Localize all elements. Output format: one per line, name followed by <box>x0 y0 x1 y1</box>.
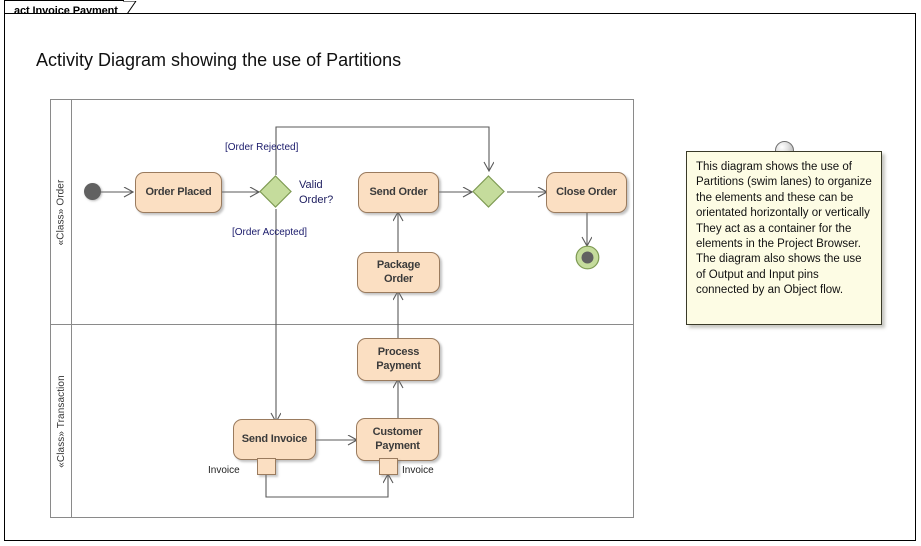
merge-node[interactable] <box>472 175 505 208</box>
partition-header-transaction: «Class» Transaction <box>51 325 72 518</box>
guard-label-order-accepted: [Order Accepted] <box>232 227 308 238</box>
activity-node-send-invoice[interactable]: Send Invoice <box>233 419 316 460</box>
diagram-note: This diagram shows the use of Partitions… <box>686 151 882 325</box>
activity-node-send-order[interactable]: Send Order <box>358 172 439 213</box>
partition-container: «Class» Order «Class» Transaction <box>50 99 634 518</box>
activity-label-package-order: Package Order <box>376 258 421 285</box>
partition-lane-order[interactable]: «Class» Order <box>51 100 633 325</box>
input-pin-label-invoice: Invoice <box>402 465 434 476</box>
activity-label-send-invoice: Send Invoice <box>241 432 308 445</box>
activity-node-customer-payment[interactable]: Customer Payment <box>356 418 439 461</box>
activity-label-customer-payment: Customer Payment <box>372 425 423 452</box>
output-pin-label-invoice: Invoice <box>208 465 240 476</box>
partition-label-order: «Class» Order <box>55 179 67 245</box>
output-pin-invoice[interactable] <box>257 458 276 475</box>
initial-node[interactable] <box>84 183 101 200</box>
activity-node-package-order[interactable]: Package Order <box>357 252 440 293</box>
activity-final-node[interactable] <box>575 245 600 270</box>
activity-label-order-placed: Order Placed <box>145 185 212 198</box>
activity-node-order-placed[interactable]: Order Placed <box>135 172 222 213</box>
decision-node-valid-order[interactable] <box>259 175 292 208</box>
note-text: This diagram shows the use of Partitions… <box>696 161 872 297</box>
decision-label-line2: Order? <box>299 193 334 206</box>
partition-lane-transaction[interactable]: «Class» Transaction <box>51 325 633 518</box>
activity-label-process-payment: Process Payment <box>376 345 421 372</box>
activity-node-process-payment[interactable]: Process Payment <box>357 338 440 381</box>
partition-header-order: «Class» Order <box>51 100 72 324</box>
decision-label-line1: Valid <box>299 179 323 191</box>
activity-label-send-order: Send Order <box>369 185 428 198</box>
input-pin-invoice[interactable] <box>379 458 398 475</box>
activity-label-close-order: Close Order <box>556 185 617 198</box>
page-title: Activity Diagram showing the use of Part… <box>36 50 402 70</box>
decision-label-valid-order: Valid Order? <box>299 178 333 208</box>
activity-node-close-order[interactable]: Close Order <box>546 172 627 213</box>
partition-label-transaction: «Class» Transaction <box>55 375 67 468</box>
guard-label-order-rejected: [Order Rejected] <box>225 142 299 153</box>
